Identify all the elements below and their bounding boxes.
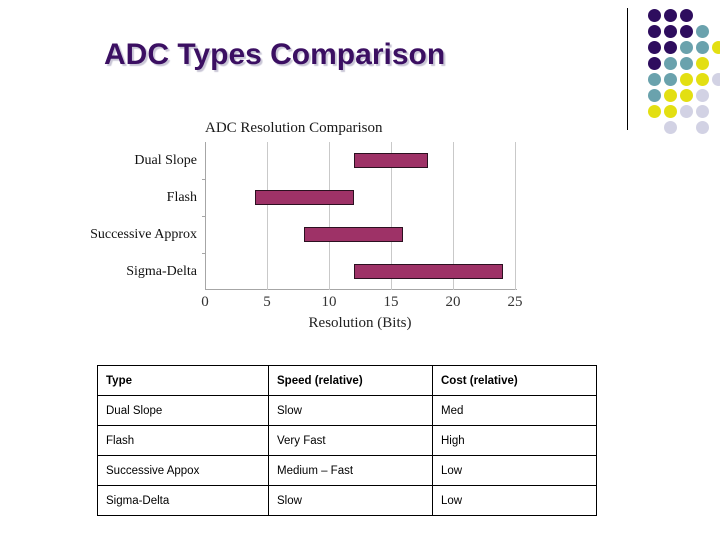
table-row: Sigma-Delta Slow Low: [97, 485, 597, 516]
cell-type: Dual Slope: [97, 395, 269, 426]
decor-dot: [664, 25, 677, 38]
cell-speed: Very Fast: [268, 425, 433, 456]
decor-dot: [664, 73, 677, 86]
decor-dot: [648, 73, 661, 86]
decor-dot: [680, 105, 693, 118]
decor-dot: [680, 41, 693, 54]
column-header-speed: Speed (relative): [268, 365, 433, 396]
decor-dot: [648, 9, 661, 22]
decor-dot: [680, 73, 693, 86]
column-header-type: Type: [97, 365, 269, 396]
adc-comparison-table: Type Speed (relative) Cost (relative) Du…: [97, 365, 597, 516]
decor-dot: [712, 41, 720, 54]
decor-dot: [648, 57, 661, 70]
chart-category-tick: [202, 253, 206, 254]
chart-x-axis: [205, 289, 517, 290]
chart-category-label: Flash: [166, 189, 197, 205]
decor-dot: [680, 57, 693, 70]
chart-x-tick-label: 10: [321, 294, 337, 310]
corner-divider-line: [627, 8, 628, 130]
decor-dot: [696, 73, 709, 86]
decor-dot: [664, 105, 677, 118]
decor-dot: [664, 121, 677, 134]
decor-dot: [696, 89, 709, 102]
cell-speed: Slow: [268, 395, 433, 426]
chart-bar: [254, 190, 354, 205]
decor-dot: [696, 25, 709, 38]
chart-x-tick-label: 25: [507, 294, 523, 310]
cell-cost: High: [432, 425, 597, 456]
chart-gridline: [515, 142, 516, 290]
chart-category-tick: [202, 179, 206, 180]
decorative-dot-grid: [648, 9, 720, 134]
chart-plot-area: 0 5 10 15 20 25 Dual Slope Flash Successive Appr…: [90, 142, 523, 310]
decor-dot: [696, 105, 709, 118]
decor-dot: [680, 25, 693, 38]
decor-dot: [664, 9, 677, 22]
decor-dot: [648, 105, 661, 118]
decor-dot: [648, 89, 661, 102]
decor-dot: [696, 41, 709, 54]
decor-dot: [664, 57, 677, 70]
page-title: ADC Types Comparison: [104, 38, 446, 71]
chart-x-tick-label: 5: [263, 294, 271, 310]
table-body: Dual Slope Slow Med Flash Very Fast High Succe…: [97, 395, 597, 516]
chart-category-label: Dual Slope: [134, 152, 197, 168]
table-row: Successive Appox Medium – Fast Low: [97, 455, 597, 486]
decor-dot: [696, 57, 709, 70]
cell-speed: Slow: [268, 485, 433, 516]
decor-dot: [648, 25, 661, 38]
cell-type: Sigma-Delta: [97, 485, 269, 516]
adc-resolution-chart: ADC Resolution Comparison 0 5 10 15 20 25 Dual…: [60, 120, 550, 331]
decor-dot: [680, 9, 693, 22]
chart-gridline: [267, 142, 268, 290]
chart-x-tick-label: 20: [445, 294, 461, 310]
decor-dot: [680, 89, 693, 102]
decor-dot: [648, 41, 661, 54]
decor-dot: [696, 121, 709, 134]
decor-dot: [712, 73, 720, 86]
cell-cost: Med: [432, 395, 597, 426]
decor-dot: [664, 89, 677, 102]
cell-cost: Low: [432, 485, 597, 516]
chart-x-axis-label: Resolution (Bits): [308, 315, 412, 331]
column-header-cost: Cost (relative): [432, 365, 597, 396]
chart-x-tick-label: 15: [383, 294, 399, 310]
chart-title: ADC Resolution Comparison: [205, 120, 383, 136]
chart-bar: [353, 264, 503, 279]
chart-x-tick-label: 0: [201, 294, 209, 310]
table-row: Flash Very Fast High: [97, 425, 597, 456]
cell-type: Successive Appox: [97, 455, 269, 486]
cell-cost: Low: [432, 455, 597, 486]
chart-category-tick: [202, 216, 206, 217]
chart-category-label: Sigma-Delta: [126, 263, 197, 279]
cell-type: Flash: [97, 425, 269, 456]
table-header-row: Type Speed (relative) Cost (relative): [97, 365, 597, 396]
chart-bar: [304, 227, 404, 242]
chart-category-label: Successive Approx: [90, 226, 197, 242]
cell-speed: Medium – Fast: [268, 455, 433, 486]
table-header: Type Speed (relative) Cost (relative): [97, 365, 597, 396]
chart-bar: [353, 153, 429, 168]
decor-dot: [664, 41, 677, 54]
chart-gridline: [329, 142, 330, 290]
table-row: Dual Slope Slow Med: [97, 395, 597, 426]
